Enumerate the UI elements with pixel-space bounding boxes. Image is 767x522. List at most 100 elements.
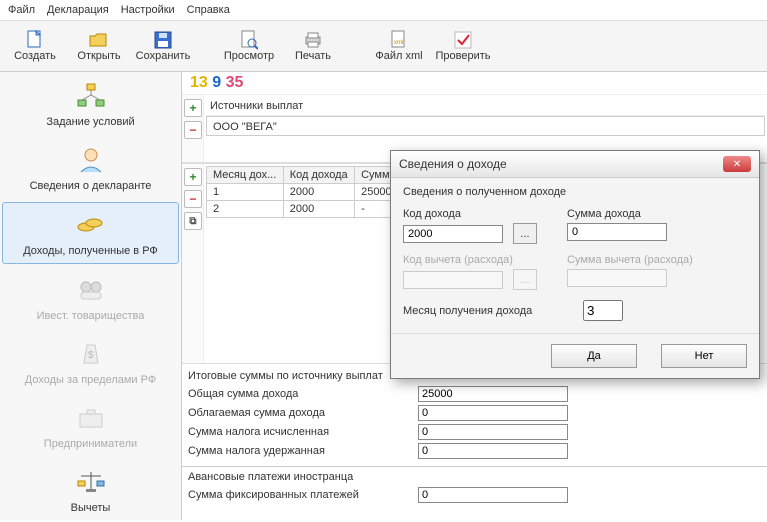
sidebar-label: Ивест. товарищества [37,310,145,322]
income-dialog: Сведения о доходе ✕ Сведения о полученно… [390,150,760,379]
rate-tabs: 13 9 35 [182,72,767,95]
tax-withheld-field[interactable] [418,443,568,459]
fixed-payments-label: Сумма фиксированных платежей [188,489,418,501]
svg-text:xml: xml [394,40,403,46]
income-sum-label: Сумма дохода [567,208,667,220]
sidebar-item-income-abroad: $ Доходы за пределами РФ [0,330,181,394]
print-button[interactable]: Печать [282,24,344,68]
advance-title: Авансовые платежи иностранца [188,471,761,483]
close-button[interactable]: ✕ [723,156,751,172]
deduction-code-label: Код вычета (расхода) [403,254,537,266]
sidebar-label: Задание условий [46,116,134,128]
print-label: Печать [295,50,331,62]
preview-icon [239,30,259,50]
cancel-button[interactable]: Нет [661,344,747,368]
save-button[interactable]: Сохранить [132,24,194,68]
create-label: Создать [14,50,56,62]
sidebar-label: Доходы, полученные в РФ [23,245,158,257]
open-button[interactable]: Открыть [68,24,130,68]
add-row-button[interactable]: + [184,168,202,186]
table-row[interactable]: 1 2000 25000 [207,184,406,201]
rate-tab-9[interactable]: 9 [212,74,221,91]
grid-controls: + − ⧉ [182,164,204,363]
new-file-icon [25,30,45,50]
check-icon [453,30,473,50]
svg-text:$: $ [88,350,94,361]
col-code[interactable]: Код дохода [283,167,354,184]
sidebar-label: Доходы за пределами РФ [25,374,156,386]
dialog-titlebar[interactable]: Сведения о доходе ✕ [391,151,759,178]
open-label: Открыть [77,50,120,62]
table-row[interactable]: 2 2000 - [207,201,406,218]
menu-settings[interactable]: Настройки [121,4,175,16]
sidebar-item-declarant[interactable]: Сведения о декларанте [0,136,181,200]
sidebar-item-income-rf[interactable]: Доходы, полученные в РФ [2,202,179,264]
source-row[interactable]: ООО "ВЕГА" [206,116,765,136]
sidebar-label: Вычеты [71,502,111,514]
tax-calc-field[interactable] [418,424,568,440]
income-grid[interactable]: Месяц дох... Код дохода Сумм... 1 2000 2… [206,166,406,218]
check-label: Проверить [435,50,490,62]
col-month[interactable]: Месяц дох... [207,167,284,184]
total-income-label: Общая сумма дохода [188,388,418,400]
taxable-label: Облагаемая сумма дохода [188,407,418,419]
taxable-field[interactable] [418,405,568,421]
create-button[interactable]: Создать [4,24,66,68]
menubar: Файл Декларация Настройки Справка [0,0,767,21]
briefcase-icon [75,402,107,434]
rate-tab-35[interactable]: 35 [226,74,244,91]
save-icon [153,30,173,50]
remove-source-button[interactable]: − [184,121,202,139]
sidebar-label: Предприниматели [44,438,137,450]
fixed-payments-field[interactable] [418,487,568,503]
deduction-sum-field [567,269,667,287]
dialog-group-title: Сведения о полученном доходе [403,186,747,198]
month-field[interactable] [583,300,623,321]
tax-withheld-label: Сумма налога удержанная [188,445,418,457]
sidebar-label: Сведения о декларанте [30,180,152,192]
print-icon [303,30,323,50]
sources-controls: + − [182,95,204,162]
view-button[interactable]: Просмотр [218,24,280,68]
remove-row-button[interactable]: − [184,190,202,208]
sidebar-item-invest: Ивест. товарищества [0,266,181,330]
xml-button[interactable]: xml Файл xml [368,24,430,68]
advance-panel: Авансовые платежи иностранца Сумма фикси… [182,466,767,510]
income-sum-field[interactable] [567,223,667,241]
menu-help[interactable]: Справка [187,4,230,16]
dialog-title: Сведения о доходе [399,157,507,171]
tax-calc-label: Сумма налога исчисленная [188,426,418,438]
person-icon [75,144,107,176]
menu-file[interactable]: Файл [8,4,35,16]
coins-icon [75,209,107,241]
menu-declaration[interactable]: Декларация [47,4,109,16]
toolbar: Создать Открыть Сохранить Просмотр Печат… [0,21,767,72]
sidebar-item-conditions[interactable]: Задание условий [0,72,181,136]
rate-tab-13[interactable]: 13 [190,74,208,91]
close-icon: ✕ [733,159,741,170]
sidebar: Задание условий Сведения о декларанте До… [0,72,182,520]
add-source-button[interactable]: + [184,99,202,117]
xml-file-icon: xml [389,30,409,50]
deduction-code-lookup-button: ... [513,269,537,290]
income-code-field[interactable] [403,225,503,243]
duplicate-row-button[interactable]: ⧉ [184,212,202,230]
sources-header: Источники выплат [206,97,765,116]
partnership-icon [75,274,107,306]
sidebar-item-entrepreneurs: Предприниматели [0,394,181,458]
sidebar-item-deductions[interactable]: Вычеты [0,458,181,522]
total-income-field[interactable] [418,386,568,402]
check-button[interactable]: Проверить [432,24,494,68]
open-folder-icon [89,30,109,50]
scales-icon [75,466,107,498]
deduction-sum-label: Сумма вычета (расхода) [567,254,693,266]
deduction-code-field [403,271,503,289]
income-code-label: Код дохода [403,208,537,220]
month-label: Месяц получения дохода [403,305,573,317]
conditions-icon [75,80,107,112]
ok-button[interactable]: Да [551,344,637,368]
save-label: Сохранить [136,50,191,62]
view-label: Просмотр [224,50,274,62]
xml-label: Файл xml [375,50,422,62]
income-code-lookup-button[interactable]: ... [513,223,537,244]
